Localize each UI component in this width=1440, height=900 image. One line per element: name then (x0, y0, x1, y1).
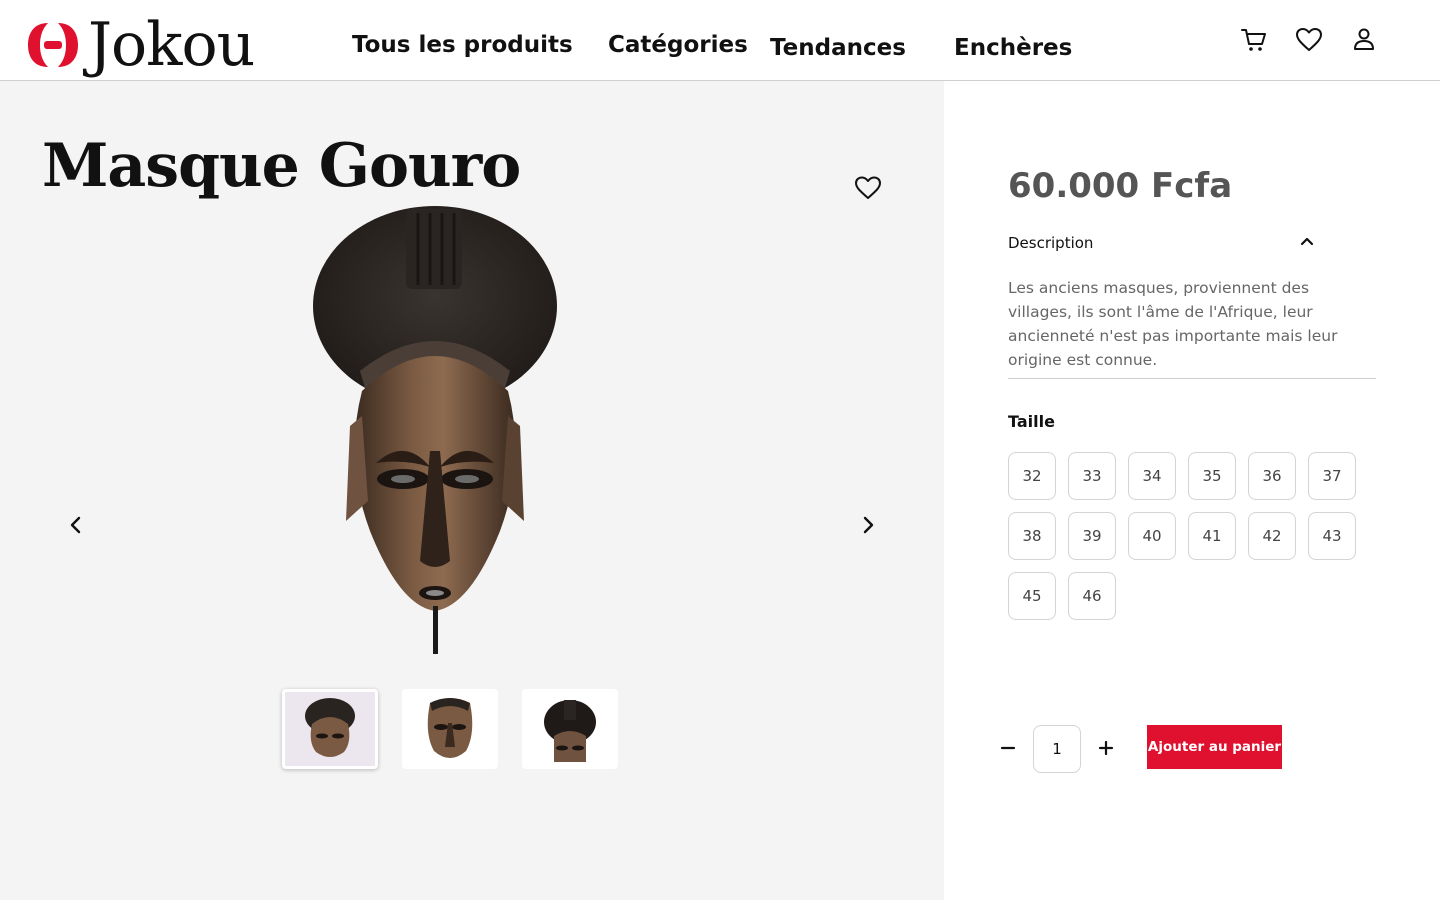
size-option[interactable]: 41 (1188, 512, 1236, 560)
description-toggle[interactable]: Description (1008, 234, 1376, 254)
brand-name: Jokou (88, 10, 255, 80)
brand-logo[interactable]: Jokou (26, 10, 255, 80)
size-option[interactable]: 34 (1128, 452, 1176, 500)
nav-auctions[interactable]: Enchères (954, 35, 1072, 61)
add-to-cart-button[interactable]: Ajouter au panier (1147, 725, 1282, 769)
prev-image-chevron-icon[interactable] (66, 513, 86, 537)
thumbnail-mask-image (427, 698, 473, 758)
size-option[interactable]: 32 (1008, 452, 1056, 500)
thumbnail-mask-image (544, 700, 596, 762)
product-main-image (313, 206, 557, 654)
next-image-chevron-icon[interactable] (858, 513, 878, 537)
user-icon[interactable] (1350, 26, 1378, 54)
size-option[interactable]: 46 (1068, 572, 1116, 620)
size-option[interactable]: 37 (1308, 452, 1356, 500)
nav-trends[interactable]: Tendances (770, 35, 906, 61)
size-option[interactable]: 38 (1008, 512, 1056, 560)
thumbnail-3[interactable] (522, 689, 618, 769)
nav-categories[interactable]: Catégories (608, 32, 748, 58)
product-gallery: Masque Gouro (0, 81, 944, 900)
product-title: Masque Gouro (42, 131, 521, 201)
description-label: Description (1008, 234, 1094, 252)
quantity-increase-plus-icon[interactable] (1096, 738, 1116, 758)
size-option[interactable]: 43 (1308, 512, 1356, 560)
size-option[interactable]: 39 (1068, 512, 1116, 560)
quantity-decrease-minus-icon[interactable] (998, 738, 1018, 758)
cart-icon[interactable] (1240, 26, 1268, 54)
size-option[interactable]: 36 (1248, 452, 1296, 500)
quantity-input[interactable] (1033, 725, 1081, 773)
product-price: 60.000 Fcfa (1008, 166, 1233, 206)
description-divider (1008, 378, 1376, 379)
favorite-heart-icon[interactable] (854, 175, 882, 201)
size-label: Taille (1008, 412, 1055, 431)
size-option[interactable]: 45 (1008, 572, 1056, 620)
heart-icon[interactable] (1295, 26, 1323, 54)
site-header: Jokou Tous les produits Catégories Tenda… (0, 0, 1440, 81)
size-option[interactable]: 33 (1068, 452, 1116, 500)
nav-all-products[interactable]: Tous les produits (352, 32, 573, 58)
description-text: Les anciens masques, proviennent des vil… (1008, 279, 1338, 369)
thumbnail-2[interactable] (402, 689, 498, 769)
thumbnail-mask-image (305, 698, 355, 757)
size-option[interactable]: 40 (1128, 512, 1176, 560)
size-option[interactable]: 35 (1188, 452, 1236, 500)
thumbnail-1[interactable] (282, 689, 378, 769)
logo-mark-icon (28, 23, 78, 67)
chevron-up-icon (1300, 237, 1314, 246)
size-option[interactable]: 42 (1248, 512, 1296, 560)
